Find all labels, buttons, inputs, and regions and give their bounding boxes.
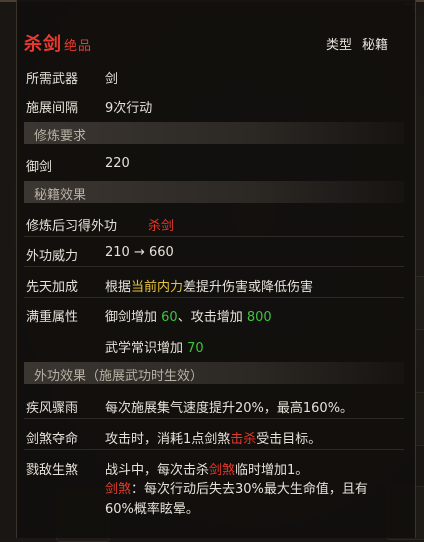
power-label: 外功威力 <box>26 249 79 264</box>
ext-note-line1: 剑煞：每次行动后失去30%最大生命值，且有 <box>105 478 368 497</box>
section-effect-title: 秘籍效果 <box>34 188 87 203</box>
full-line2-a: 武学常识增加 <box>105 341 188 356</box>
ext-text-3: 战斗中，每次击杀剑煞临时增加1。 <box>105 459 308 478</box>
ext-text-3-post: 临时增加1。 <box>235 463 309 478</box>
section-requirement-title: 修炼要求 <box>34 129 87 144</box>
skill-title: 杀剑 绝品 <box>24 30 92 56</box>
ext-note-text1: ：每次行动后失去30%最大生命值，且有 <box>131 482 368 497</box>
interval-value: 9次行动 <box>105 101 153 116</box>
ext-note-key: 剑煞 <box>105 482 132 497</box>
section-external-title: 外功效果（施展武功时生效） <box>34 369 204 384</box>
innate-post: 差提升伤害或降低伤害 <box>183 280 314 295</box>
divider <box>24 266 404 267</box>
full-line1-a: 御剑增加 <box>105 310 162 325</box>
ext-label-3: 戮敌生煞 <box>26 463 79 478</box>
requirement-label: 御剑 <box>26 160 53 175</box>
divider <box>24 449 404 450</box>
power-value: 210 → 660 <box>105 245 174 260</box>
innate-highlight: 当前内力 <box>131 280 184 295</box>
ext-text-1: 每次施展集气速度提升20%，最高160%。 <box>105 401 354 416</box>
innate-text: 根据当前内力差提升伤害或降低伤害 <box>105 276 313 295</box>
full-line1-c: 、攻击增加 <box>177 310 247 325</box>
learn-value: 杀剑 <box>148 219 175 234</box>
divider <box>24 418 404 419</box>
ext-note-line2: 60%概率眩晕。 <box>105 502 199 517</box>
ext-text-2-highlight: 击杀 <box>230 432 257 447</box>
ext-label-2: 剑煞夺命 <box>26 432 79 447</box>
skill-name: 杀剑 <box>24 34 62 55</box>
divider <box>24 297 404 298</box>
section-effect: 秘籍效果 <box>24 181 404 203</box>
full-line1-b: 60 <box>161 310 178 325</box>
ext-text-3-highlight: 剑煞 <box>209 463 236 478</box>
full-line1-d: 800 <box>246 310 272 325</box>
innate-label: 先天加成 <box>26 280 79 295</box>
type-label: 类型 <box>326 38 353 53</box>
ext-text-3-pre: 战斗中，每次击杀 <box>105 463 210 478</box>
interval-label: 施展间隔 <box>26 101 79 116</box>
learn-label: 修炼后习得外功 <box>26 219 118 234</box>
full-label: 满重属性 <box>26 310 79 325</box>
ext-text-2: 攻击时，消耗1点剑煞击杀受击目标。 <box>105 428 321 447</box>
divider <box>24 236 404 237</box>
section-requirement: 修炼要求 <box>24 122 404 144</box>
full-line1: 御剑增加 60、攻击增加 800 <box>105 306 272 325</box>
ext-text-2-post: 受击目标。 <box>256 432 322 447</box>
type-value: 秘籍 <box>362 38 389 53</box>
skill-grade: 绝品 <box>64 39 93 54</box>
weapon-label: 所需武器 <box>26 72 79 87</box>
ext-label-1: 疾风骤雨 <box>26 401 79 416</box>
full-line2-b: 70 <box>187 341 204 356</box>
weapon-value: 剑 <box>105 72 119 87</box>
ext-text-2-pre: 攻击时，消耗1点剑煞 <box>105 432 231 447</box>
requirement-value: 220 <box>105 156 130 171</box>
section-external: 外功效果（施展武功时生效） <box>24 362 404 384</box>
innate-pre: 根据 <box>105 280 132 295</box>
full-line2: 武学常识增加 70 <box>105 337 204 356</box>
